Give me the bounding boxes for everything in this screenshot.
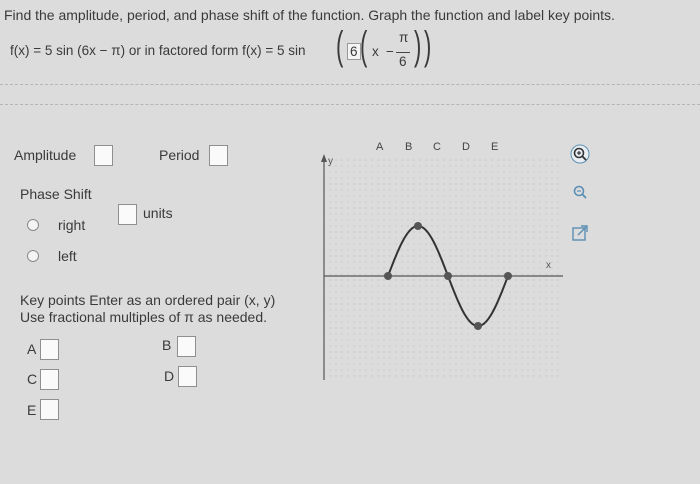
radio-right-label: right xyxy=(58,217,86,233)
period-label: Period xyxy=(159,147,200,163)
radio-left-label: left xyxy=(58,248,77,264)
point-e-label: E xyxy=(27,402,37,418)
key-points-instruction: Key points Enter as an ordered pair (x, … xyxy=(20,292,276,308)
point-b-input[interactable] xyxy=(177,336,196,357)
y-axis-arrow xyxy=(321,154,327,162)
function-prefix: f(x) = 5 sin (6x − π) or in factored for… xyxy=(10,43,306,58)
point-e-input[interactable] xyxy=(40,399,59,420)
point-a-label: A xyxy=(27,341,37,357)
factored-coefficient: 6 xyxy=(347,43,361,60)
frac-numerator: π xyxy=(399,30,409,45)
factored-minus: − xyxy=(386,44,394,59)
units-label: units xyxy=(143,205,173,221)
radio-left[interactable] xyxy=(27,250,39,262)
question-prompt: Find the amplitude, period, and phase sh… xyxy=(4,7,615,23)
point-b-marker[interactable] xyxy=(414,222,422,230)
point-e-marker[interactable] xyxy=(504,272,512,280)
graph-point-label-e[interactable]: E xyxy=(491,141,498,153)
period-input[interactable] xyxy=(209,145,228,166)
point-c-marker[interactable] xyxy=(444,272,452,280)
amplitude-label: Amplitude xyxy=(14,147,77,163)
point-c-label: C xyxy=(27,371,38,387)
graph-point-label-c[interactable]: C xyxy=(433,141,441,153)
point-label-row: A B C D E xyxy=(376,141,498,153)
header-divider xyxy=(0,84,700,85)
outer-paren-right: ) xyxy=(424,24,432,68)
point-b-label: B xyxy=(162,337,172,353)
x-axis-label: x xyxy=(546,260,551,271)
grid-dots xyxy=(323,159,559,377)
graph-canvas[interactable]: y x A B C D E xyxy=(318,130,570,382)
point-a-input[interactable] xyxy=(40,339,59,360)
point-d-input[interactable] xyxy=(178,366,197,387)
graph-point-label-d[interactable]: D xyxy=(462,141,470,153)
graph-point-label-a[interactable]: A xyxy=(376,141,384,153)
zoom-in-icon[interactable] xyxy=(570,144,592,166)
key-points-instruction-2: Use fractional multiples of π as needed. xyxy=(20,309,268,325)
frac-bar xyxy=(396,52,410,53)
point-d-label: D xyxy=(164,368,175,384)
phase-shift-input[interactable] xyxy=(118,204,137,225)
point-c-input[interactable] xyxy=(40,369,59,390)
point-a-marker[interactable] xyxy=(384,272,392,280)
outer-paren-left: ( xyxy=(336,24,344,68)
radio-right[interactable] xyxy=(27,219,39,231)
phase-shift-label: Phase Shift xyxy=(20,186,92,202)
header-divider-2 xyxy=(0,104,700,105)
factored-var: x xyxy=(372,44,379,59)
frac-denominator: 6 xyxy=(399,54,407,69)
point-d-marker[interactable] xyxy=(474,322,482,330)
inner-paren-right: ) xyxy=(414,24,422,68)
external-link-icon[interactable] xyxy=(569,222,591,244)
inner-paren-left: ( xyxy=(360,24,368,68)
y-axis-label: y xyxy=(328,156,333,167)
graph-point-label-b[interactable]: B xyxy=(405,141,412,153)
zoom-out-icon[interactable] xyxy=(570,182,592,204)
function-line: f(x) = 5 sin (6x − π) or in factored for… xyxy=(10,43,306,58)
amplitude-input[interactable] xyxy=(94,145,113,166)
